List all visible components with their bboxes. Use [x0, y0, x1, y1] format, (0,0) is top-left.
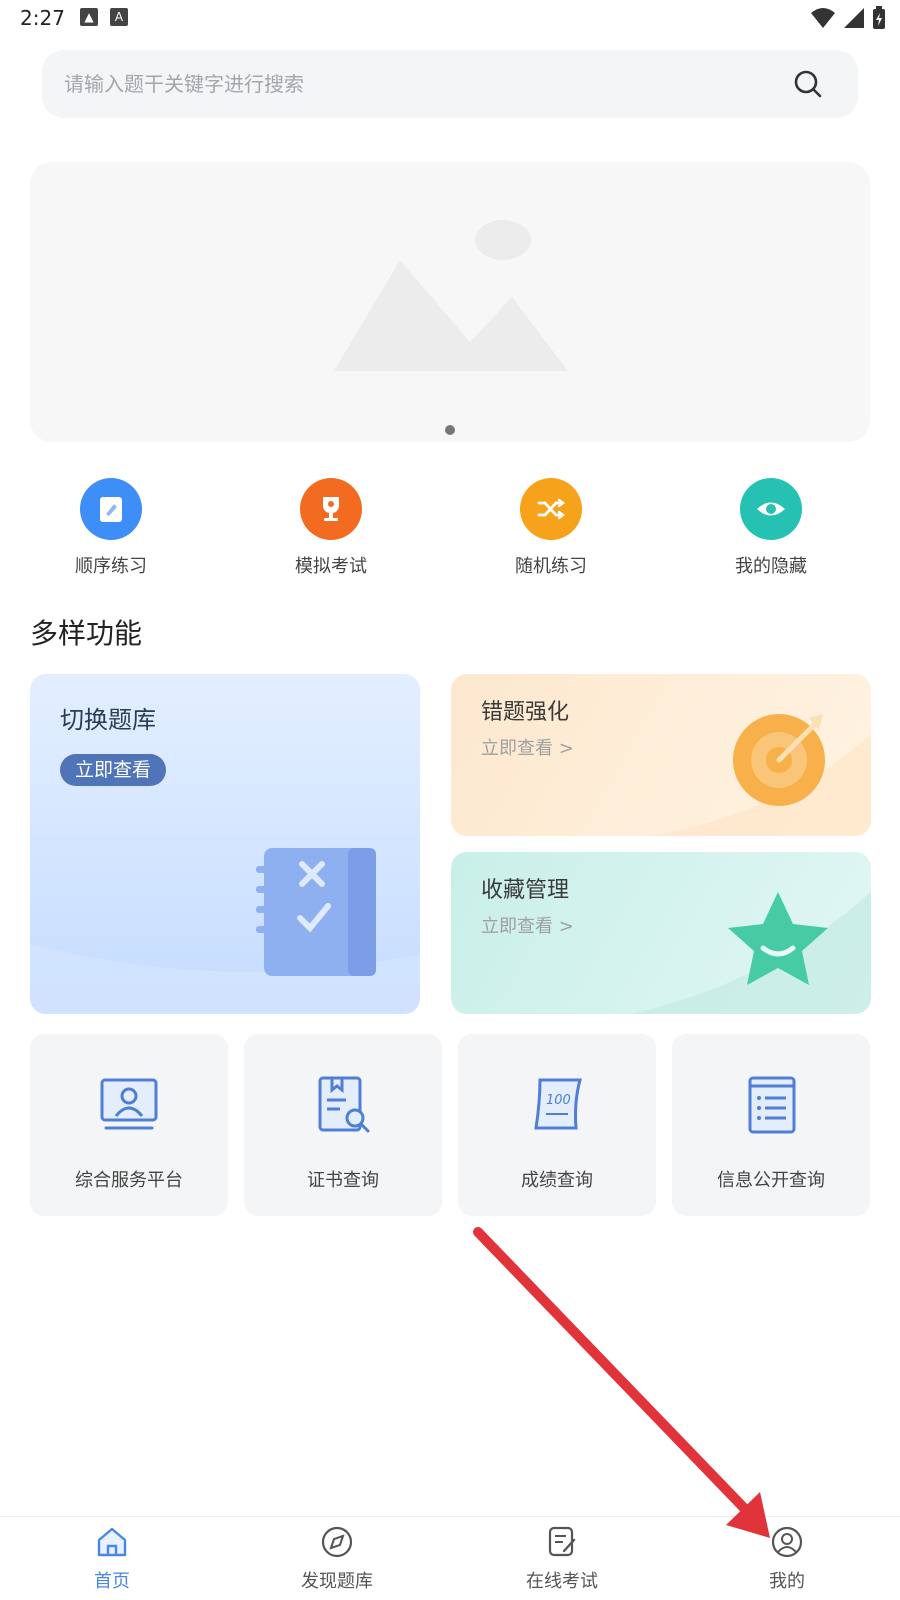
status-bar: 2:27 ▲ A — [0, 0, 900, 36]
battery-icon — [873, 6, 885, 29]
nav-label: 在线考试 — [526, 1571, 598, 1592]
image-placeholder-icon — [334, 220, 568, 371]
nav-label: 发现题库 — [301, 1571, 373, 1592]
document-list-icon — [748, 1076, 796, 1134]
trophy-icon — [300, 478, 362, 540]
question-notebook-icon — [30, 848, 420, 1014]
nav-item-home[interactable]: 首页 — [52, 1525, 172, 1593]
nav-item-discover[interactable]: 发现题库 — [277, 1525, 397, 1593]
nav-label: 首页 — [94, 1571, 130, 1592]
quick-action-hidden[interactable]: 我的隐藏 — [701, 478, 841, 578]
nav-label: 我的 — [769, 1571, 805, 1592]
wifi-icon — [811, 8, 835, 28]
tile-certificate-query[interactable]: 证书查询 — [244, 1034, 442, 1216]
bottom-nav: 首页 发现题库 在线考试 我的 — [0, 1516, 900, 1600]
tile-label: 成绩查询 — [521, 1170, 593, 1191]
nav-item-online-exam[interactable]: 在线考试 — [502, 1525, 622, 1593]
svg-text:100: 100 — [546, 1093, 571, 1108]
user-circle-icon — [771, 1526, 803, 1558]
quick-action-sequential[interactable]: 顺序练习 — [41, 478, 181, 578]
status-time: 2:27 — [20, 6, 65, 30]
section-title: 多样功能 — [30, 617, 143, 650]
score-scroll-icon: 100 — [534, 1078, 582, 1130]
eye-icon — [740, 478, 802, 540]
quick-action-label: 我的隐藏 — [735, 556, 807, 577]
nav-item-me[interactable]: 我的 — [727, 1525, 847, 1593]
quick-action-mock-exam[interactable]: 模拟考试 — [261, 478, 401, 578]
exam-edit-icon — [548, 1526, 576, 1557]
target-icon — [651, 714, 871, 836]
search-input[interactable]: 请输入题干关键字进行搜索 — [64, 50, 304, 118]
tile-service-platform[interactable]: 综合服务平台 — [30, 1034, 228, 1216]
tile-info-disclosure[interactable]: 信息公开查询 — [672, 1034, 870, 1216]
tile-label: 信息公开查询 — [717, 1170, 825, 1191]
carousel-indicator — [445, 425, 455, 435]
tile-score-query[interactable]: 100 成绩查询 — [458, 1034, 656, 1216]
a-notification-icon: A — [110, 8, 128, 26]
monitor-user-icon — [100, 1078, 158, 1130]
tile-label: 证书查询 — [307, 1170, 379, 1191]
quick-action-label: 顺序练习 — [75, 556, 147, 577]
image-notification-icon: ▲ — [80, 8, 98, 26]
certificate-search-icon — [318, 1076, 370, 1133]
home-icon — [97, 1527, 127, 1557]
notebook-pencil-icon — [80, 478, 142, 540]
compass-icon — [321, 1526, 353, 1558]
favorites-card[interactable]: 收藏管理 立即查看 > — [451, 852, 871, 1014]
quick-action-random[interactable]: 随机练习 — [481, 478, 621, 578]
search-bar[interactable]: 请输入题干关键字进行搜索 — [42, 50, 858, 118]
switch-bank-card[interactable]: 切换题库 立即查看 — [30, 674, 420, 1014]
wrong-questions-card[interactable]: 错题强化 立即查看 > — [451, 674, 871, 836]
star-icon — [631, 892, 871, 1014]
quick-action-label: 模拟考试 — [295, 556, 367, 577]
shuffle-icon — [520, 478, 582, 540]
search-icon[interactable] — [792, 68, 824, 100]
quick-action-label: 随机练习 — [515, 556, 587, 577]
banner-carousel[interactable] — [30, 162, 870, 442]
tile-label: 综合服务平台 — [75, 1170, 183, 1191]
signal-icon — [844, 8, 864, 28]
